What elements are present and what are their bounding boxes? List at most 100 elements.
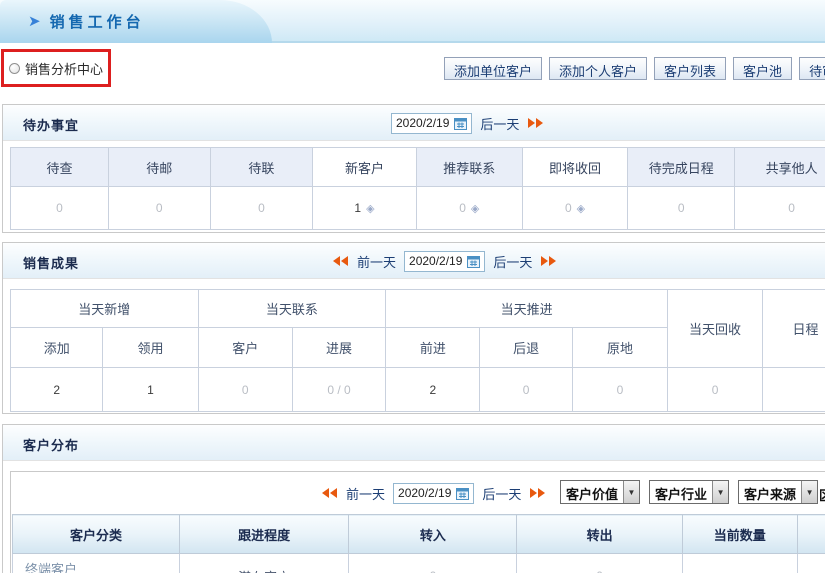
results-section: 销售成果 前一天 2020/2/19 后一天 当天新增 当天联系 当天推进 当天… — [2, 242, 825, 414]
results-value: 1 — [103, 368, 198, 412]
customer-value-select[interactable]: 客户价值 ▼ — [560, 480, 640, 504]
select-value: 客户来源 — [739, 481, 801, 503]
next-day-link[interactable]: 后一天 — [480, 114, 519, 133]
todo-value[interactable]: 1◈ — [313, 187, 416, 230]
results-date-value: 2020/2/19 — [409, 254, 462, 268]
chevron-down-icon[interactable]: ▼ — [623, 481, 639, 503]
diamond-icon[interactable]: ◈ — [471, 203, 479, 215]
add-personal-customer-button[interactable]: 添加个人客户 — [549, 57, 647, 80]
sub-header: 前进 — [386, 328, 480, 368]
todo-section-bar: 待办事宜 2020/2/19 后一天 — [3, 105, 825, 141]
prev-day-link[interactable]: 前一天 — [346, 484, 385, 503]
prev-day-link[interactable]: 前一天 — [357, 252, 396, 271]
todo-value: 0 — [11, 187, 109, 230]
results-section-bar: 销售成果 前一天 2020/2/19 后一天 — [3, 243, 825, 279]
customer-pool-button[interactable]: 客户池 — [733, 57, 792, 80]
banner-tab-curve — [220, 0, 272, 43]
calendar-icon[interactable] — [456, 487, 469, 500]
progress-cell: 潜在客户 — [180, 554, 349, 573]
next-day-arrows-icon[interactable] — [529, 488, 545, 498]
diamond-icon[interactable]: ◈ — [577, 203, 585, 215]
count-cell — [682, 554, 797, 573]
page-title: 销售工作台 — [50, 11, 145, 32]
toolbar: 添加单位客户 添加个人客户 客户列表 客户池 待审核客户 — [444, 57, 825, 80]
col-header: 推荐联系 — [416, 148, 522, 187]
group-header: 当天回收 — [668, 290, 763, 368]
todo-header-row: 待查 待邮 待联 新客户 推荐联系 即将收回 待完成日程 共享他人 — [11, 148, 825, 187]
calendar-icon[interactable] — [467, 255, 480, 268]
next-day-link[interactable]: 后一天 — [493, 252, 532, 271]
select-value: 客户行业 — [650, 481, 712, 503]
col-header: 共享他人 — [735, 148, 825, 187]
group-header: 当天联系 — [198, 290, 386, 328]
out-cell: 0 — [517, 554, 682, 573]
col-header: 待邮 — [108, 148, 210, 187]
todo-title: 待办事宜 — [23, 115, 79, 134]
results-value: 0 — [198, 368, 292, 412]
group-header: 当天推进 — [386, 290, 668, 328]
calendar-icon[interactable] — [454, 117, 467, 130]
todo-value[interactable]: 0◈ — [416, 187, 522, 230]
results-value: 0 / 0 — [292, 368, 385, 412]
next-day-arrows-icon[interactable] — [540, 256, 556, 266]
customer-industry-select[interactable]: 客户行业 ▼ — [649, 480, 729, 504]
col-header — [797, 515, 825, 554]
results-table: 当天新增 当天联系 当天推进 当天回收 日程 添加 领用 客户 进展 前进 后退… — [10, 289, 825, 412]
results-date-input[interactable]: 2020/2/19 — [404, 251, 485, 272]
col-header: 新客户 — [313, 148, 416, 187]
customer-source-select[interactable]: 客户来源 ▼ — [738, 480, 818, 504]
sales-workbench-page: ➤ 销售工作台 销售分析中心 添加单位客户 添加个人客户 客户列表 客户池 待审… — [0, 0, 825, 573]
diamond-icon[interactable]: ◈ — [366, 203, 374, 215]
todo-date-input[interactable]: 2020/2/19 — [391, 113, 472, 134]
pending-review-customer-button[interactable]: 待审核客户 — [799, 57, 825, 80]
distribution-date-input[interactable]: 2020/2/19 — [393, 483, 474, 504]
chevron-down-icon[interactable]: ▼ — [801, 481, 817, 503]
distribution-title: 客户分布 — [23, 435, 79, 454]
add-company-customer-button[interactable]: 添加单位客户 — [444, 57, 542, 80]
col-header: 待联 — [210, 148, 313, 187]
sub-header: 领用 — [103, 328, 198, 368]
distribution-section: 客户分布 前一天 2020/2/19 后一天 客户价值 ▼ 客户行业 — [2, 424, 825, 573]
col-header: 转入 — [349, 515, 517, 554]
prev-day-arrows-icon[interactable] — [333, 256, 349, 266]
todo-value: 0 — [735, 187, 825, 230]
customer-list-button[interactable]: 客户列表 — [654, 57, 726, 80]
todo-value: 0 — [628, 187, 735, 230]
todo-section: 待办事宜 2020/2/19 后一天 待查 待邮 待联 新客户 推荐联系 即将收… — [2, 104, 825, 233]
radio-label: 销售分析中心 — [25, 59, 103, 78]
todo-date-value: 2020/2/19 — [396, 116, 449, 130]
results-value: 2 — [11, 368, 103, 412]
sales-analysis-center-option[interactable]: 销售分析中心 — [1, 49, 111, 87]
region-filter-label: 区域 — [819, 485, 825, 504]
col-header: 待完成日程 — [628, 148, 735, 187]
distribution-section-bar: 客户分布 — [3, 425, 825, 461]
col-header: 即将收回 — [522, 148, 627, 187]
results-value — [763, 368, 825, 412]
distribution-panel: 前一天 2020/2/19 后一天 客户价值 ▼ 客户行业 ▼ 客户来 — [10, 471, 825, 573]
results-group-header-row: 当天新增 当天联系 当天推进 当天回收 日程 — [11, 290, 825, 328]
sub-header: 后退 — [480, 328, 572, 368]
col-header: 转出 — [517, 515, 682, 554]
sub-header: 添加 — [11, 328, 103, 368]
todo-value: 0 — [210, 187, 313, 230]
distribution-header-row: 客户分类 跟进程度 转入 转出 当前数量 — [13, 515, 825, 554]
results-value: 2 — [386, 368, 480, 412]
chevron-down-icon[interactable]: ▼ — [712, 481, 728, 503]
results-value: 0 — [480, 368, 572, 412]
sub-header: 进展 — [292, 328, 385, 368]
next-day-link[interactable]: 后一天 — [482, 484, 521, 503]
empty-cell — [797, 554, 825, 573]
next-day-arrows-icon[interactable] — [527, 118, 543, 128]
col-header: 客户分类 — [13, 515, 180, 554]
col-header: 待查 — [11, 148, 109, 187]
todo-value-row: 0 0 0 1◈ 0◈ 0◈ 0 0 — [11, 187, 825, 230]
prev-day-arrows-icon[interactable] — [322, 488, 338, 498]
radio-icon[interactable] — [9, 63, 20, 74]
select-value: 客户价值 — [561, 481, 623, 503]
category-cell[interactable]: 终端客户 — [13, 554, 180, 573]
distribution-data-row: 终端客户 潜在客户 0 0 — [13, 554, 825, 573]
sub-header: 原地 — [572, 328, 667, 368]
todo-value[interactable]: 0◈ — [522, 187, 627, 230]
sub-header: 客户 — [198, 328, 292, 368]
arrow-right-icon: ➤ — [28, 14, 41, 29]
